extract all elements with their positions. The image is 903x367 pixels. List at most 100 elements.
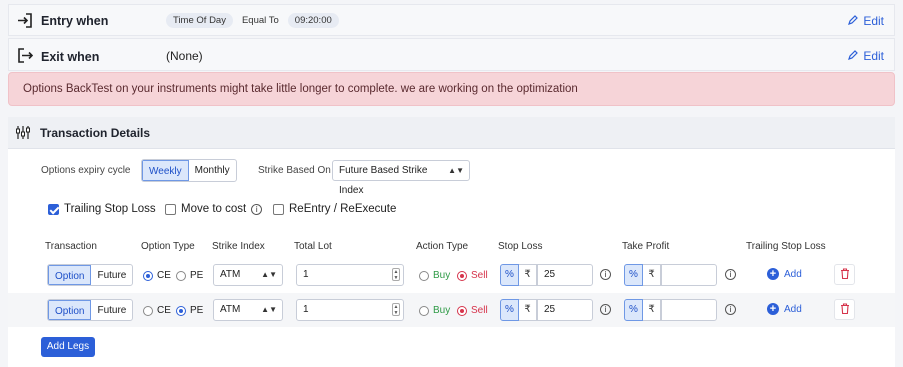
leg1-tp-rupee-toggle[interactable]: ₹ <box>643 264 661 286</box>
strike-based-select[interactable]: Future Based Strike Index ▲▼ <box>332 160 470 196</box>
entry-edit-label: Edit <box>863 14 884 28</box>
leg2-sl-rupee-toggle[interactable]: ₹ <box>519 299 537 321</box>
trash-icon <box>840 302 850 317</box>
checkbox-checked-icon <box>48 203 59 215</box>
plus-circle-icon: + <box>767 268 779 280</box>
reentry-checkbox[interactable]: ReEntry / ReExecute <box>273 203 396 215</box>
leg2-sl-input[interactable]: 25 <box>537 299 593 321</box>
info-icon[interactable]: i <box>600 304 611 315</box>
col-action-type: Action Type <box>416 241 469 252</box>
radio-selected-icon <box>457 270 467 281</box>
leg1-sl-rupee-toggle[interactable]: ₹ <box>519 264 537 286</box>
leg1-buy-radio[interactable]: Buy <box>419 270 450 281</box>
exit-value: (None) <box>166 49 203 63</box>
strike-based-label: Strike Based On <box>258 165 331 176</box>
leg2-strike-select[interactable]: ATM ▲▼ <box>213 299 283 321</box>
radio-empty-icon <box>419 270 429 281</box>
leg1-tp-percent-toggle[interactable]: % <box>624 264 643 286</box>
leg1-buy-label: Buy <box>433 270 451 281</box>
info-icon[interactable]: i <box>725 269 736 280</box>
entry-edit-button[interactable]: Edit <box>848 14 884 28</box>
leg2-sell-radio[interactable]: Sell <box>457 305 488 316</box>
entry-condition-chips: Time Of Day Equal To 09:20:00 <box>166 13 339 28</box>
col-trailing-stop-loss: Trailing Stop Loss <box>746 241 826 252</box>
leg2-strike-value: ATM <box>220 304 241 315</box>
leg1-strike-select[interactable]: ATM ▲▼ <box>213 264 283 286</box>
leg1-lot-value: 1 <box>303 269 309 280</box>
leg2-lot-input[interactable]: 1 ▲ ▼ <box>296 299 404 321</box>
leg2-add-tsl-button[interactable]: + Add <box>767 303 802 315</box>
leg1-lot-input[interactable]: 1 ▲ ▼ <box>296 264 404 286</box>
exit-when-title: Exit when <box>41 50 100 64</box>
stepper-icon[interactable]: ▲ ▼ <box>392 268 400 281</box>
radio-empty-icon <box>176 270 186 281</box>
expiry-cycle-toggle: Weekly Monthly <box>141 159 237 182</box>
leg2-tp-input[interactable] <box>661 299 717 321</box>
leg1-tp-input[interactable] <box>661 264 717 286</box>
col-stop-loss: Stop Loss <box>498 241 543 252</box>
leg2-lot-value: 1 <box>303 304 309 315</box>
stepper-icon[interactable]: ▲ ▼ <box>392 303 400 316</box>
logout-icon <box>17 48 34 66</box>
leg2-delete-button[interactable] <box>834 299 855 320</box>
add-legs-button[interactable]: Add Legs <box>41 337 95 357</box>
leg2-pe-radio[interactable]: PE <box>176 305 203 316</box>
updown-caret-icon: ▲▼ <box>261 270 277 279</box>
leg2-future-button[interactable]: Future <box>91 300 132 320</box>
leg1-add-tsl-button[interactable]: + Add <box>767 268 802 280</box>
leg1-pe-radio[interactable]: PE <box>176 270 203 281</box>
leg2-add-label: Add <box>784 303 802 315</box>
leg2-buy-radio[interactable]: Buy <box>419 305 450 316</box>
updown-caret-icon: ▲▼ <box>448 166 464 175</box>
leg2-ce-radio[interactable]: CE <box>143 305 171 316</box>
trash-icon <box>840 267 850 282</box>
pencil-icon <box>848 49 859 63</box>
leg1-sl-percent-toggle[interactable]: % <box>500 264 519 286</box>
plus-circle-icon: + <box>767 303 779 315</box>
expiry-cycle-label: Options expiry cycle <box>41 165 131 176</box>
leg1-sl-input[interactable]: 25 <box>537 264 593 286</box>
info-icon[interactable]: i <box>600 269 611 280</box>
leg2-tp-rupee-toggle[interactable]: ₹ <box>643 299 661 321</box>
leg-row <box>8 258 895 292</box>
info-icon[interactable]: i <box>251 203 263 215</box>
leg1-pe-label: PE <box>190 270 204 281</box>
col-take-profit: Take Profit <box>622 241 670 252</box>
backtest-alert: Options BackTest on your instruments mig… <box>8 72 895 106</box>
col-strike-index: Strike Index <box>212 241 265 252</box>
leg1-sell-radio[interactable]: Sell <box>457 270 488 281</box>
expiry-weekly-option[interactable]: Weekly <box>142 160 189 181</box>
leg2-tp-percent-toggle[interactable]: % <box>624 299 643 321</box>
leg1-future-button[interactable]: Future <box>91 265 132 285</box>
login-icon <box>17 13 33 31</box>
trailing-stop-loss-checkbox[interactable]: Trailing Stop Loss <box>48 203 156 215</box>
leg2-sell-label: Sell <box>471 305 488 316</box>
move-to-cost-checkbox[interactable]: Move to cost i <box>165 203 263 215</box>
leg1-add-label: Add <box>784 268 802 280</box>
checkbox-empty-icon <box>165 203 176 215</box>
info-icon[interactable]: i <box>725 304 736 315</box>
transaction-details-title: Transaction Details <box>40 126 151 140</box>
col-transaction: Transaction <box>45 241 97 252</box>
entry-when-title: Entry when <box>41 14 109 28</box>
move-to-cost-label: Move to cost <box>181 203 247 215</box>
radio-selected-icon <box>457 305 467 316</box>
trailing-stop-loss-label: Trailing Stop Loss <box>64 203 156 215</box>
leg2-buy-label: Buy <box>433 305 451 316</box>
alert-text: Options BackTest on your instruments mig… <box>23 83 578 95</box>
radio-empty-icon <box>419 305 429 316</box>
exit-edit-button[interactable]: Edit <box>848 49 884 63</box>
chip-time-value: 09:20:00 <box>287 13 339 28</box>
radio-empty-icon <box>143 305 153 316</box>
leg1-delete-button[interactable] <box>834 264 855 285</box>
entry-when-row: Entry when Time Of Day Equal To 09:20:00… <box>8 4 895 36</box>
leg1-transaction-toggle: Option Future <box>47 264 134 286</box>
leg1-ce-radio[interactable]: CE <box>143 270 171 281</box>
leg2-pe-label: PE <box>190 305 204 316</box>
pencil-icon <box>848 14 859 28</box>
leg1-option-button[interactable]: Option <box>48 265 92 285</box>
leg2-sl-percent-toggle[interactable]: % <box>500 299 519 321</box>
leg2-option-button[interactable]: Option <box>48 300 92 320</box>
expiry-monthly-option[interactable]: Monthly <box>189 160 236 181</box>
reentry-label: ReEntry / ReExecute <box>289 203 397 215</box>
